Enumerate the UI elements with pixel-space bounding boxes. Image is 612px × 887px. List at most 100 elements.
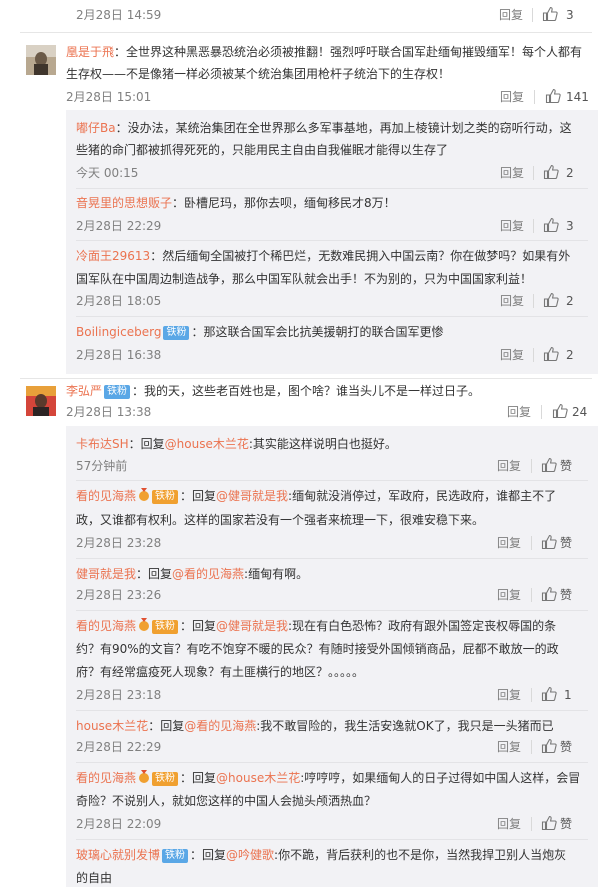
like-count: 赞 — [560, 817, 573, 831]
divider — [534, 90, 535, 104]
username-link[interactable]: 冷面王29613 — [76, 249, 150, 263]
reply-text: 健哥就是我：回复@看的见海燕:缅甸有啊。 — [76, 567, 309, 581]
reply-button[interactable]: 回复 — [507, 403, 531, 421]
reply-text: 嘟仔Ba：没办法，某统治集团在全世界那么多军事基地，再加上棱镜计划之类的窃听行动… — [76, 121, 572, 135]
mention-link[interactable]: @健哥就是我 — [216, 619, 288, 633]
thumbs-up-icon[interactable] — [541, 586, 557, 602]
thumbs-up-icon[interactable] — [545, 88, 561, 104]
divider — [533, 348, 534, 362]
reply-button[interactable]: 回复 — [497, 534, 521, 552]
like-count: 2 — [566, 166, 574, 180]
thumbs-up-icon[interactable] — [543, 292, 559, 308]
username-link[interactable]: 音晃里的思想贩子 — [76, 196, 172, 210]
fan-badge[interactable]: 铁粉 — [162, 849, 189, 863]
username-link[interactable]: 凰是于飛 — [66, 45, 114, 59]
comment-time: 2月28日 15:01 — [66, 90, 152, 104]
fan-badge[interactable]: 铁粉 — [163, 326, 190, 340]
username-link[interactable]: 嘟仔Ba — [76, 121, 116, 135]
reply-text: 音晃里的思想贩子：卧槽尼玛，那你去呗，缅甸移民才8万！ — [76, 196, 396, 210]
mention-link[interactable]: @吟健歌 — [226, 848, 274, 862]
thumbs-up-icon[interactable] — [541, 738, 557, 754]
medal-icon — [139, 770, 150, 783]
reply-text: 的自由 — [76, 871, 113, 885]
username-link[interactable]: 看的见海燕 — [76, 489, 136, 503]
thumbs-up-icon[interactable] — [541, 815, 557, 831]
divider — [531, 588, 532, 602]
divider — [76, 480, 588, 481]
username-link[interactable]: Boilingiceberg — [76, 325, 161, 339]
reply-time: 2月28日 22:09 — [76, 817, 162, 831]
fan-badge[interactable]: 铁粉 — [152, 772, 179, 786]
comment-time: 2月28日 13:38 — [66, 405, 152, 419]
comment-text: 凰是于飛：全世界这种黑恶暴恐统治必须被推翻！强烈呼吁联合国军赴缅甸摧毁缅军！每个… — [66, 45, 583, 59]
reply-button[interactable]: 回复 — [499, 6, 523, 24]
divider — [20, 32, 592, 33]
divider — [76, 240, 588, 241]
reply-button[interactable]: 回复 — [500, 88, 524, 106]
like-count: 141 — [566, 90, 589, 104]
reply-text: 府？有经常瘟疫死人现象？有土匪横行的地区？。。。。。 — [76, 665, 365, 679]
username-link[interactable]: house木兰花 — [76, 719, 148, 733]
divider — [531, 817, 532, 831]
mention-link[interactable]: @看的见海燕 — [184, 719, 256, 733]
like-count: 赞 — [560, 536, 573, 550]
thumbs-up-icon[interactable] — [543, 217, 559, 233]
reply-text: 政，又谁都有权利。这样的国家若没有一个强者来梳理一下，很难安稳下来。 — [76, 513, 485, 527]
thumbs-up-icon[interactable] — [542, 6, 558, 22]
reply-text: 约？有90%的文盲？有吃不饱穿不暖的民众？有随时接受外国倾销商品，屁都不敢放一的… — [76, 642, 559, 656]
thumbs-up-icon[interactable] — [543, 164, 559, 180]
reply-button[interactable]: 回复 — [500, 292, 524, 310]
divider — [533, 219, 534, 233]
username-link[interactable]: 健哥就是我 — [76, 567, 136, 581]
thumbs-up-icon[interactable] — [541, 457, 557, 473]
fan-badge[interactable]: 铁粉 — [152, 620, 179, 634]
thumbs-up-icon[interactable] — [552, 403, 568, 419]
like-count: 赞 — [560, 588, 573, 602]
comment-panel: 2月28日 14:59 回复 3 凰是于飛：全世界这种黑恶暴恐统治必须被推翻！强… — [0, 0, 612, 887]
avatar[interactable] — [26, 45, 56, 75]
thumbs-up-icon[interactable] — [543, 346, 559, 362]
reply-time: 2月28日 22:29 — [76, 219, 162, 233]
fan-badge[interactable]: 铁粉 — [104, 385, 131, 399]
divider — [76, 710, 588, 711]
reply-text: 看的见海燕 铁粉 ：回复@健哥就是我:现在有白色恐怖？政府有跟外国签定丧权辱国的条 — [76, 618, 557, 634]
username-link[interactable]: 玻璃心就别发博 — [76, 848, 160, 862]
username-link[interactable]: 卡布达SH — [76, 437, 129, 451]
fan-badge[interactable]: 铁粉 — [152, 490, 179, 504]
comment-text: 李弘严 铁粉 ：我的天，这些老百姓也是，图个啥？谁当头儿不是一样过日子。 — [66, 384, 481, 399]
like-count: 2 — [566, 348, 574, 362]
mention-link[interactable]: @house木兰花 — [216, 771, 300, 785]
reply-button[interactable]: 回复 — [497, 815, 521, 833]
thumbs-up-icon[interactable] — [541, 534, 557, 550]
medal-icon — [139, 488, 150, 501]
reply-time: 2月28日 22:29 — [76, 740, 162, 754]
reply-text: 冷面王29613：然后缅甸全国被打个稀巴烂，无数难民拥入中国云南？你在做梦吗？如… — [76, 249, 571, 263]
reply-button[interactable]: 回复 — [500, 217, 524, 235]
mention-link[interactable]: @健哥就是我 — [216, 489, 288, 503]
reply-button[interactable]: 回复 — [497, 586, 521, 604]
username-link[interactable]: 看的见海燕 — [76, 771, 136, 785]
username-link[interactable]: 李弘严 — [66, 384, 102, 398]
reply-time: 2月28日 18:05 — [76, 294, 162, 308]
reply-button[interactable]: 回复 — [497, 686, 521, 704]
thumbs-up-icon[interactable] — [541, 686, 557, 702]
like-count: 2 — [566, 294, 574, 308]
divider — [20, 378, 592, 379]
reply-text: 奇险？不说别人，就如您这样的中国人会抛头颅洒热血？ — [76, 794, 377, 808]
like-count: 赞 — [560, 740, 573, 754]
reply-button[interactable]: 回复 — [500, 164, 524, 182]
avatar[interactable] — [26, 386, 56, 416]
mention-link[interactable]: @看的见海燕 — [172, 567, 244, 581]
divider — [76, 839, 588, 840]
username-link[interactable]: 看的见海燕 — [76, 619, 136, 633]
mention-link[interactable]: @house木兰花 — [165, 437, 249, 451]
reply-time: 2月28日 16:38 — [76, 348, 162, 362]
reply-button[interactable]: 回复 — [500, 346, 524, 364]
reply-button[interactable]: 回复 — [497, 457, 521, 475]
divider — [531, 459, 532, 473]
reply-time: 2月28日 23:18 — [76, 688, 162, 702]
reply-text: 看的见海燕 铁粉 ：回复@健哥就是我:缅甸就没消停过，军政府，民选政府，谁都主不了 — [76, 488, 557, 504]
like-count: 1 — [564, 688, 572, 702]
reply-button[interactable]: 回复 — [497, 738, 521, 756]
medal-icon — [139, 618, 150, 631]
